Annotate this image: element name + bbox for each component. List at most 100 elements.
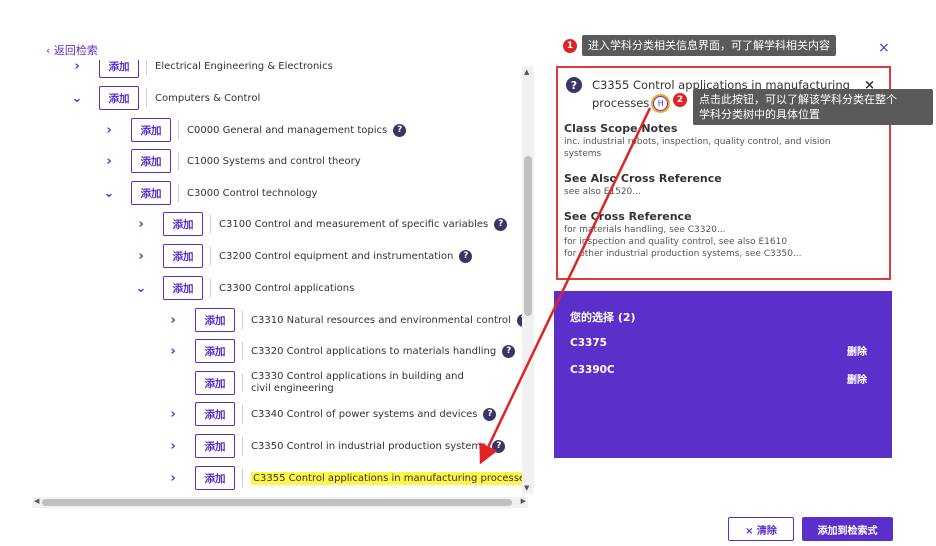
tree-node-label: C3330 Control applications in building a… (251, 371, 464, 394)
selected-code: C3390C (570, 364, 615, 376)
divider (178, 152, 179, 170)
help-icon[interactable]: ? (483, 407, 497, 421)
tree-row: ⌄ 添加 C3000 Control technology (100, 181, 317, 205)
tree-row: › 添加 C0000 General and management topics… (100, 118, 407, 142)
annotation-callout: 点击此按钮，可以了解该学科分类在整个 学科分类树中的具体位置 (693, 89, 933, 125)
tree-row: ⌄ 添加 Computers & Control (68, 86, 260, 110)
divider (178, 184, 179, 202)
selection-title: 您的选择 (2) (570, 311, 636, 324)
add-to-search-button[interactable]: 添加到检索式 (802, 517, 893, 541)
add-button[interactable]: 添加 (195, 466, 235, 490)
scope-notes-text: inc. industrial robots, inspection, qual… (564, 137, 831, 159)
tree-node-label: C3200 Control equipment and instrumentat… (219, 250, 454, 262)
help-icon[interactable]: ? (393, 123, 407, 137)
tree-node-label: Computers & Control (155, 92, 261, 104)
tree-row: › 添加 C3320 Control applications to mater… (164, 339, 516, 363)
add-button[interactable]: 添加 (195, 371, 235, 395)
divider (146, 60, 147, 75)
divider (146, 89, 147, 107)
scope-notes-heading: Class Scope Notes (564, 122, 678, 135)
add-button[interactable]: 添加 (99, 60, 139, 78)
vertical-scrollbar[interactable]: ▲ ▼ (522, 66, 534, 494)
scroll-left-icon[interactable]: ◀ (34, 497, 39, 505)
add-button[interactable]: 添加 (163, 212, 203, 236)
delete-button[interactable]: 删除 (847, 371, 867, 386)
chevron-right-icon[interactable]: › (100, 152, 118, 170)
help-icon[interactable]: ? (494, 217, 508, 231)
tree-node-label: C1000 Systems and control theory (187, 155, 361, 167)
help-icon: ? (566, 77, 582, 93)
divider (242, 469, 243, 487)
scroll-right-icon[interactable]: ▶ (521, 497, 526, 505)
divider (178, 121, 179, 139)
scrollbar-thumb[interactable] (42, 499, 512, 506)
tree-node-label: Electrical Engineering & Electronics (155, 60, 333, 72)
add-button[interactable]: 添加 (163, 276, 203, 300)
chevron-down-icon[interactable]: ⌄ (132, 279, 150, 297)
delete-button[interactable]: 删除 (847, 343, 867, 358)
clear-button[interactable]: × 清除 (728, 517, 794, 541)
scrollbar-thumb[interactable] (524, 156, 532, 316)
tree-row: › 添加 C3350 Control in industrial product… (164, 434, 506, 458)
add-button[interactable]: 添加 (131, 118, 171, 142)
divider (210, 215, 211, 233)
chevron-right-icon[interactable]: › (132, 215, 150, 233)
tree-row: ⌄ 添加 C3300 Control applications (132, 276, 354, 300)
add-button[interactable]: 添加 (195, 308, 235, 332)
chevron-right-icon[interactable]: › (132, 247, 150, 265)
tree-row: › 添加 C3100 Control and measurement of sp… (132, 212, 508, 236)
add-button[interactable]: 添加 (195, 434, 235, 458)
chevron-down-icon[interactable]: ⌄ (68, 89, 86, 107)
chevron-right-icon[interactable]: › (164, 405, 182, 423)
help-icon[interactable]: ? (492, 439, 506, 453)
divider (210, 279, 211, 297)
tree-node-label-selected[interactable]: C3355 Control applications in manufactur… (251, 471, 533, 485)
see-cross-ref-line: for materials handling, see C3320... (564, 225, 726, 235)
annotation-line: 学科分类树中的具体位置 (699, 108, 820, 121)
divider (242, 374, 243, 392)
tree-node-label: C3350 Control in industrial production s… (251, 440, 487, 452)
tree-node-label: C3300 Control applications (219, 282, 355, 294)
divider (242, 342, 243, 360)
divider (242, 405, 243, 423)
classification-tree: › 添加 Electrical Engineering & Electronic… (32, 60, 538, 506)
add-button[interactable]: 添加 (131, 181, 171, 205)
back-link-label: 返回检索 (53, 44, 98, 57)
chevron-right-icon[interactable]: › (164, 437, 182, 455)
add-button[interactable]: 添加 (131, 149, 171, 173)
divider (242, 311, 243, 329)
see-also-text: see also E1520... (564, 187, 641, 197)
chevron-right-icon[interactable]: › (68, 60, 86, 75)
chevron-placeholder (164, 374, 182, 392)
annotation-badge: 1 (563, 39, 577, 53)
tree-row: › 添加 C1000 Systems and control theory (100, 149, 361, 173)
add-button[interactable]: 添加 (195, 339, 235, 363)
tree-node-label: C3320 Control applications to materials … (251, 345, 497, 357)
chevron-right-icon[interactable]: › (164, 469, 182, 487)
annotation-callout: 进入学科分类相关信息界面，可了解学科相关内容 (582, 35, 836, 56)
help-icon[interactable]: ? (459, 249, 473, 263)
add-button[interactable]: 添加 (163, 244, 203, 268)
back-to-search-link[interactable]: ‹ 返回检索 (46, 42, 98, 58)
chevron-right-icon[interactable]: › (164, 342, 182, 360)
chevron-down-icon[interactable]: ⌄ (100, 184, 118, 202)
help-icon[interactable]: ? (502, 344, 516, 358)
add-button[interactable]: 添加 (195, 402, 235, 426)
see-also-heading: See Also Cross Reference (564, 172, 722, 185)
divider (242, 437, 243, 455)
tree-row: › 添加 Electrical Engineering & Electronic… (68, 60, 333, 78)
chevron-right-icon[interactable]: › (164, 311, 182, 329)
add-button[interactable]: 添加 (99, 86, 139, 110)
horizontal-scrollbar[interactable]: ◀ ▶ (32, 497, 528, 508)
annotation-line: 点击此按钮，可以了解该学科分类在整个 (699, 93, 897, 106)
scroll-down-icon[interactable]: ▼ (524, 484, 529, 492)
hierarchy-icon[interactable]: H (653, 96, 669, 111)
divider (210, 247, 211, 265)
scroll-up-icon[interactable]: ▲ (524, 68, 529, 76)
selected-code: C3375 (570, 337, 607, 349)
close-icon[interactable]: × (878, 40, 890, 56)
tree-row: 添加 C3330 Control applications in buildin… (164, 371, 479, 395)
chevron-right-icon[interactable]: › (100, 121, 118, 139)
see-cross-ref-line: for inspection and quality control, see … (564, 237, 788, 247)
annotation-badge: 2 (673, 93, 687, 107)
